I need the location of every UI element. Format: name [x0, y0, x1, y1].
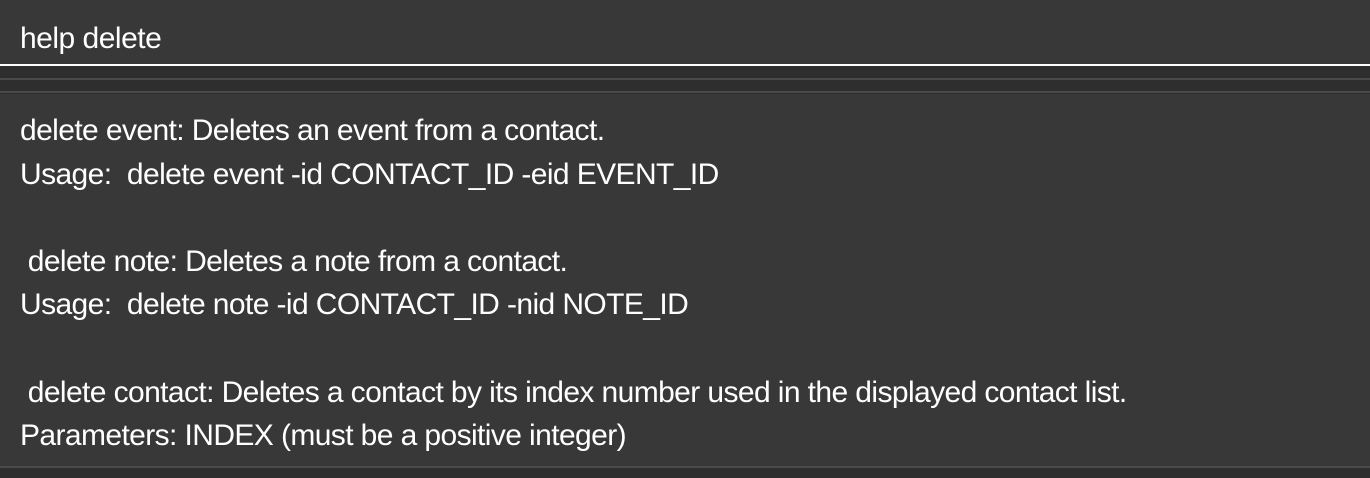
result-line: Parameters: INDEX (must be a positive in… [20, 419, 627, 453]
result-line: Usage: delete note -id CONTACT_ID -nid N… [20, 288, 689, 322]
splitter[interactable] [0, 66, 1370, 94]
result-line [20, 196, 1370, 240]
status-bar [0, 466, 1370, 478]
divider [0, 91, 1370, 93]
command-box [0, 0, 1370, 66]
result-line [20, 327, 1370, 371]
result-line: delete event: Deletes an event from a co… [20, 114, 605, 147]
result-line: Usage: delete event -id CONTACT_ID -eid … [20, 157, 719, 191]
result-line: delete note: Deletes a note from a conta… [20, 244, 568, 278]
command-input[interactable] [0, 0, 1370, 64]
divider [0, 78, 1370, 80]
result-display[interactable]: delete event: Deletes an event from a co… [0, 94, 1370, 466]
result-line: delete contact: Deletes a contact by its… [20, 375, 1128, 409]
